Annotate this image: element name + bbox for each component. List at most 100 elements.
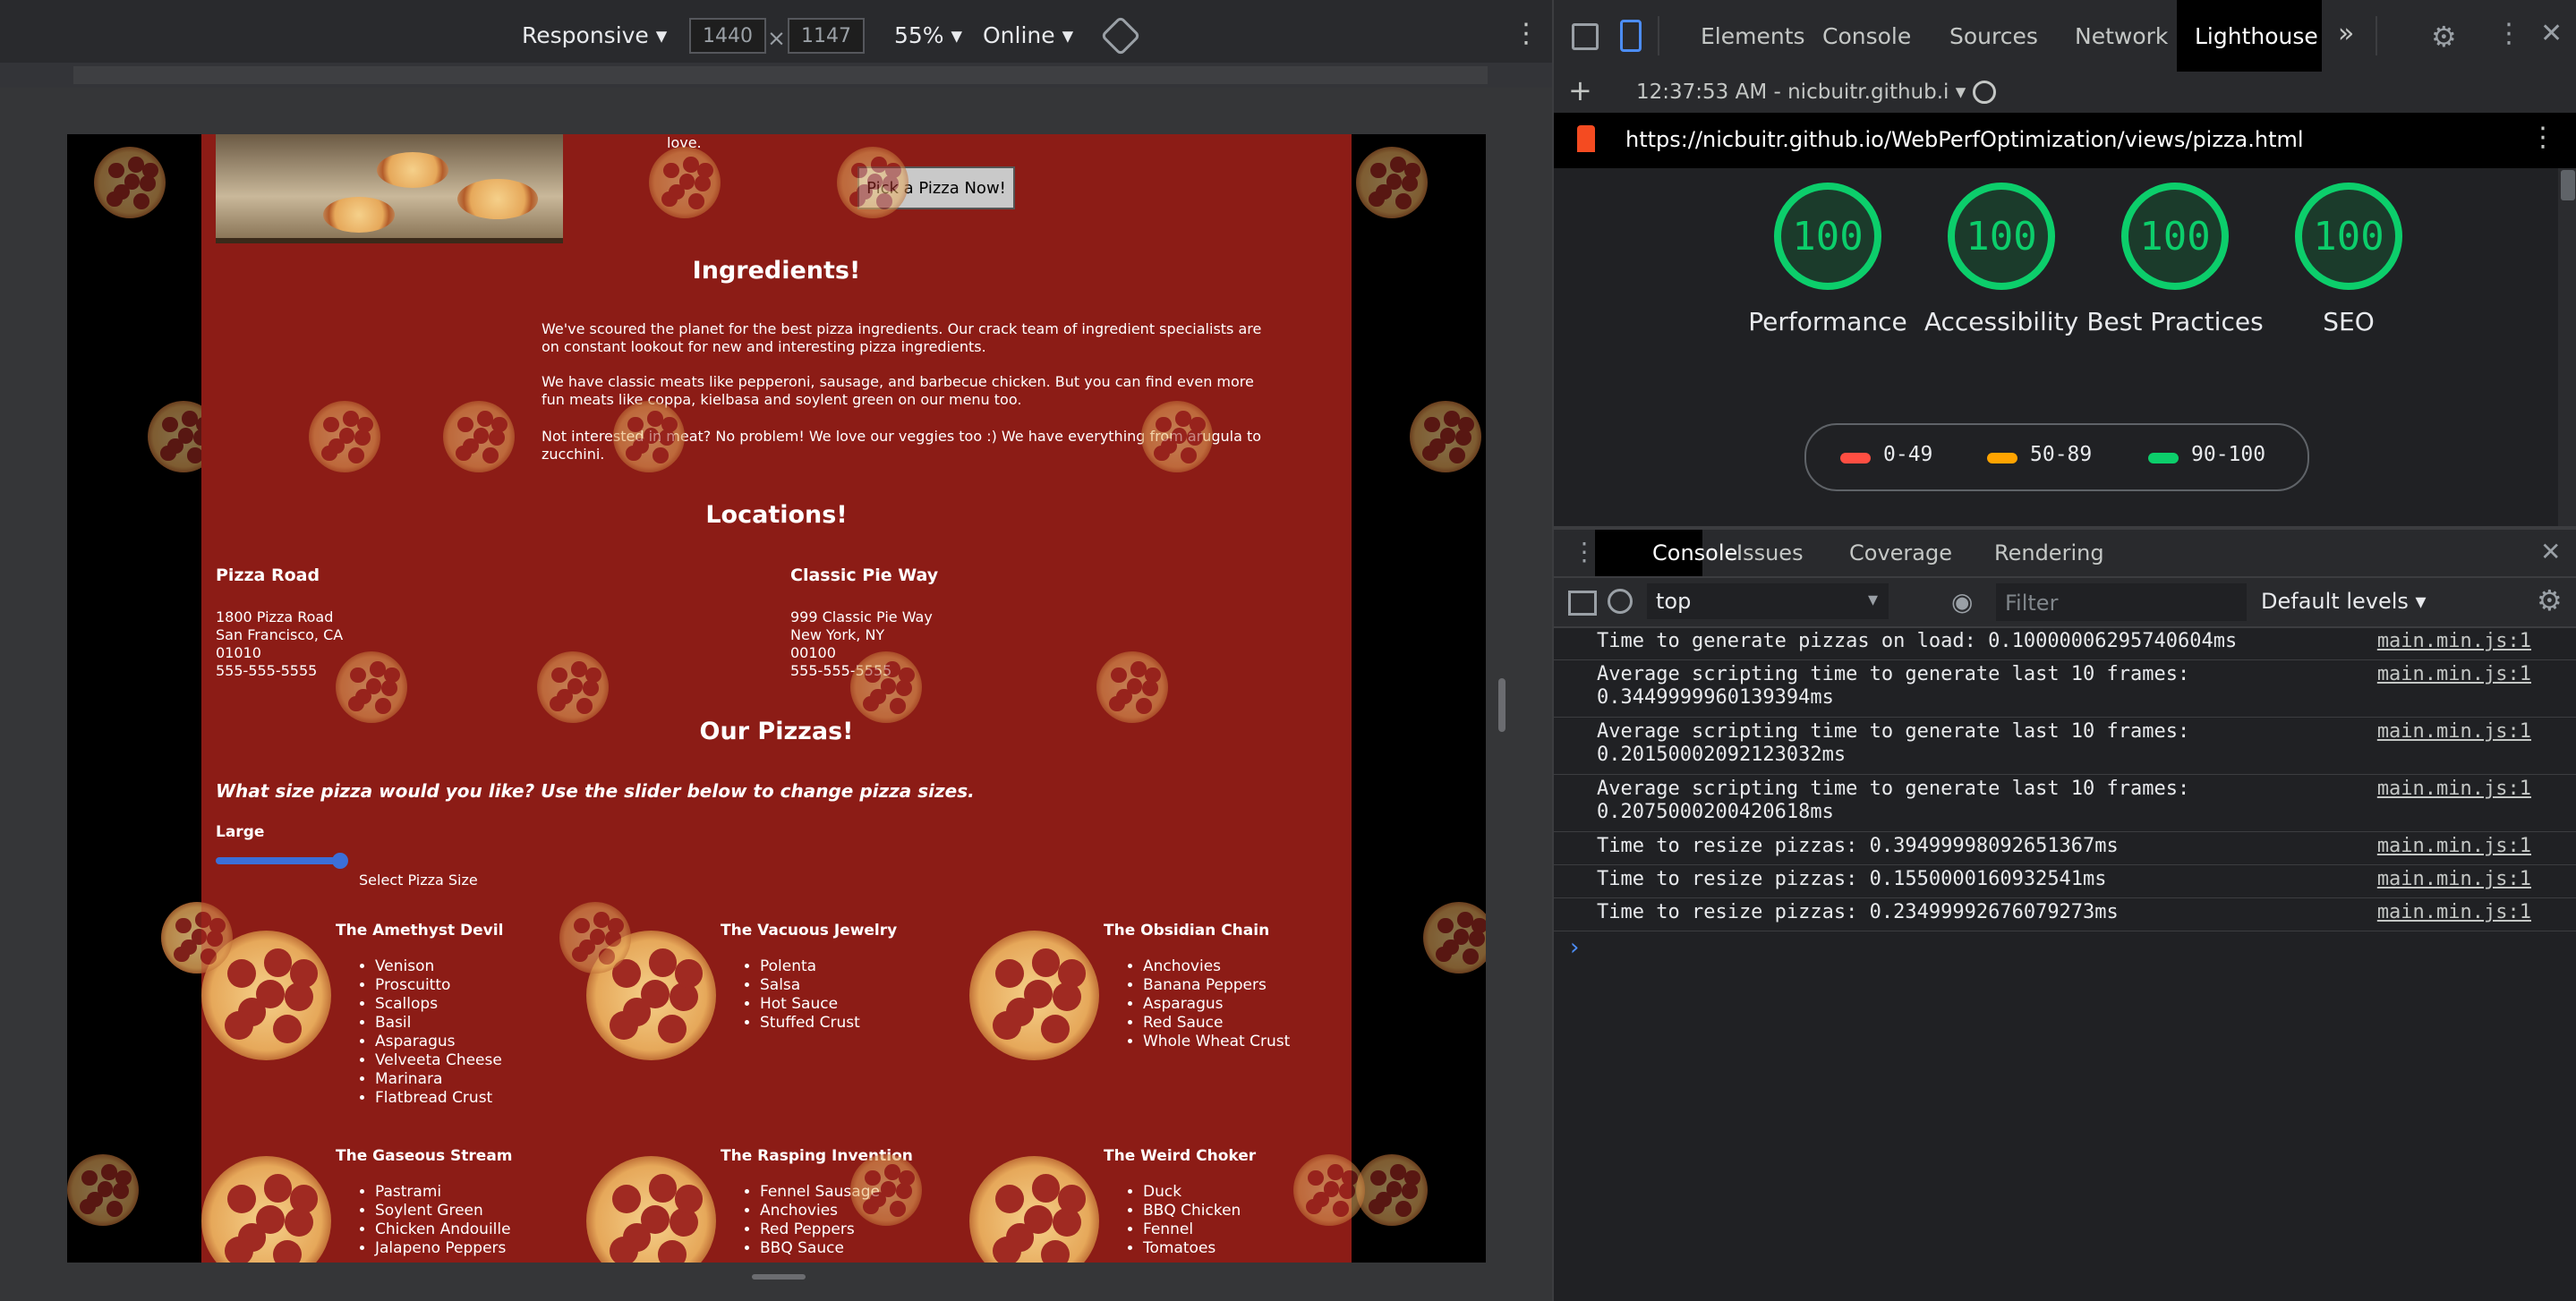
background-pizza [1410, 401, 1481, 472]
device-mode-label: Responsive [522, 22, 649, 48]
resize-handle-right[interactable] [1498, 678, 1506, 732]
locations-heading: Locations! [705, 501, 848, 529]
console-output: Time to generate pizzas on load: 0.10000… [1554, 626, 2576, 1301]
topping-item: Soylent Green [375, 1202, 511, 1220]
pizza-name: The Weird Choker [1104, 1147, 1257, 1165]
topping-item: Pastrami [375, 1183, 511, 1202]
console-prompt-icon[interactable]: › [1570, 934, 1579, 961]
pizza-name: The Amethyst Devil [336, 922, 504, 940]
background-pizza [1293, 1154, 1365, 1226]
legend-fail-swatch [1840, 453, 1871, 463]
new-report-icon[interactable]: + [1568, 73, 1592, 107]
background-pizza [537, 651, 609, 723]
resize-handle-bottom[interactable] [752, 1274, 806, 1280]
console-message: Time to resize pizzas: 0.234999926760792… [1554, 897, 2576, 931]
pizza-size-value: Large [216, 823, 265, 841]
console-message-text: Average scripting time to generate last … [1597, 720, 2190, 766]
inspect-element-icon[interactable] [1572, 23, 1599, 50]
customize-menu-icon[interactable]: ⋮ [2495, 18, 2522, 49]
topping-item: Fennel [1143, 1220, 1241, 1239]
drawer-tab-rendering[interactable]: Rendering [1994, 540, 2104, 565]
ruler-bar [73, 66, 1488, 84]
console-settings-gear-icon[interactable]: ⚙ [2537, 583, 2563, 617]
zoom-select[interactable]: 55% ▾ [894, 22, 962, 48]
console-source-link[interactable]: main.min.js:1 [2377, 901, 2531, 923]
log-levels-select[interactable]: Default levels ▾ [2261, 589, 2427, 614]
context-selector[interactable]: top ▾ [1647, 583, 1889, 619]
seo-label: SEO [2323, 307, 2375, 336]
topping-item: Asparagus [375, 1033, 502, 1051]
report-selector[interactable]: 12:37:53 AM - nicbuitr.github.i ▾ [1636, 81, 1966, 104]
seo-score: 100 [2295, 183, 2402, 290]
tab-console[interactable]: Console [1822, 23, 1911, 49]
zoom-label: 55% [894, 22, 944, 48]
pizza-image [201, 1156, 331, 1263]
gauge-accessibility[interactable]: 100 Accessibility [1912, 183, 2091, 340]
gauge-performance[interactable]: 100 Performance [1738, 183, 1917, 340]
report-scrollbar[interactable] [2558, 168, 2576, 526]
console-source-link[interactable]: main.min.js:1 [2377, 868, 2531, 890]
viewport-width-input[interactable]: 1440 [689, 18, 766, 54]
console-source-link[interactable]: main.min.js:1 [2377, 835, 2531, 857]
location-zip: 01010 [216, 644, 261, 661]
gauge-seo[interactable]: 100 SEO [2259, 183, 2438, 340]
console-source-link[interactable]: main.min.js:1 [2377, 778, 2531, 800]
drawer-menu-icon[interactable]: ⋮ [1572, 537, 1597, 566]
close-drawer-icon[interactable]: ✕ [2540, 537, 2561, 566]
best-practices-score: 100 [2121, 183, 2229, 290]
pizzeria-photo [216, 134, 563, 243]
best-practices-label: Best Practices [2086, 307, 2264, 336]
viewport-height-input[interactable]: 1147 [788, 18, 865, 54]
report-scrollbar-thumb[interactable] [2561, 170, 2575, 200]
clear-reports-icon[interactable] [1973, 81, 1996, 104]
performance-label: Performance [1748, 307, 1907, 336]
live-expression-eye-icon[interactable]: ◉ [1951, 587, 1973, 616]
device-toolbar-icon[interactable] [1620, 20, 1642, 52]
console-source-link[interactable]: main.min.js:1 [2377, 630, 2531, 652]
topping-item: Chicken Andouille [375, 1220, 511, 1239]
location-name: Classic Pie Way [790, 565, 939, 585]
settings-gear-icon[interactable]: ⚙ [2431, 20, 2457, 54]
gauge-best-practices[interactable]: 100 Best Practices [2086, 183, 2265, 340]
rotate-icon[interactable] [1100, 15, 1141, 56]
topping-item: Polenta [760, 957, 860, 976]
close-devtools-icon[interactable]: ✕ [2540, 18, 2563, 49]
topping-item: Hot Sauce [760, 995, 860, 1014]
tab-elements[interactable]: Elements [1701, 23, 1805, 49]
drawer-tab-issues[interactable]: Issues [1736, 540, 1804, 565]
show-sidebar-icon[interactable] [1568, 591, 1597, 616]
background-pizza [837, 147, 908, 218]
console-source-link[interactable]: main.min.js:1 [2377, 663, 2531, 685]
console-message-text: Time to generate pizzas on load: 0.10000… [1597, 630, 2238, 652]
tab-lighthouse-active[interactable]: Lighthouse [2177, 0, 2322, 72]
pizza-name: The Gaseous Stream [336, 1147, 513, 1165]
more-options-icon[interactable]: ⋮ [1513, 18, 1540, 49]
drawer-tab-console[interactable]: Console [1595, 530, 1737, 576]
drawer-tab-coverage[interactable]: Coverage [1849, 540, 1952, 565]
pizza-size-slider[interactable] [216, 853, 348, 869]
drawer-tab-console-label: Console [1652, 540, 1738, 565]
topping-list: PolentaSalsaHot SauceStuffed Crust [721, 957, 860, 1033]
tab-sources[interactable]: Sources [1949, 23, 2038, 49]
console-source-link[interactable]: main.min.js:1 [2377, 720, 2531, 743]
topping-item: Tomatoes [1143, 1239, 1241, 1258]
console-message: Time to resize pizzas: 0.155000016093254… [1554, 864, 2576, 898]
filter-input[interactable]: Filter [1996, 583, 2247, 621]
console-message: Average scripting time to generate last … [1554, 717, 2576, 775]
pizza-page: love. Pick a Pizza Now! Ingredients! We'… [67, 134, 1486, 1263]
filter-placeholder: Filter [2005, 591, 2059, 616]
device-mode-select[interactable]: Responsive ▾ [522, 22, 667, 48]
performance-score: 100 [1774, 183, 1881, 290]
location-phone: 555-555-5555 [216, 662, 318, 679]
topping-item: Venison [375, 957, 502, 976]
throttle-select[interactable]: Online ▾ [983, 22, 1073, 48]
accessibility-label: Accessibility [1923, 307, 2079, 336]
report-menu-icon[interactable]: ⋮ [2529, 122, 2556, 153]
slider-thumb[interactable] [332, 853, 348, 869]
clear-console-icon[interactable] [1608, 589, 1633, 614]
report-url[interactable]: https://nicbuitr.github.io/WebPerfOptimi… [1625, 127, 2304, 152]
more-tabs-icon[interactable]: » [2338, 18, 2354, 49]
background-pizza [850, 651, 922, 723]
tab-network[interactable]: Network [2075, 23, 2168, 49]
topping-item: Red Peppers [760, 1220, 880, 1239]
